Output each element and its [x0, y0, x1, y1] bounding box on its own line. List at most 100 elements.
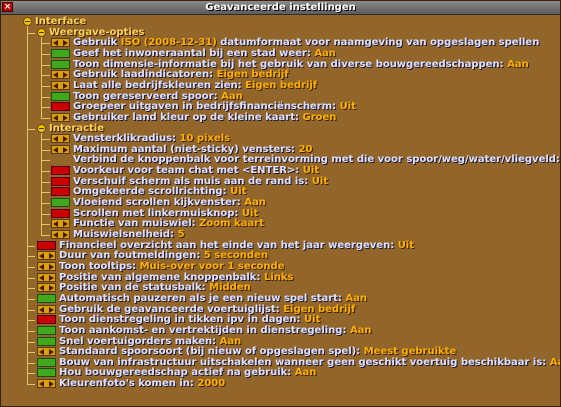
- toggle-off-button[interactable]: [51, 166, 70, 176]
- section-label: Weergave-opties: [49, 26, 145, 38]
- value-arrows-button[interactable]: [37, 283, 56, 293]
- setting-value: Eigen bedrijf: [245, 79, 318, 91]
- setting-text: Omgekeerde scrollrichting: Uit: [73, 187, 246, 197]
- setting-text: Bouw van infrastructuur uitschakelen wan…: [59, 356, 560, 368]
- setting-label: Geef het inwoneraantal bij een stad weer…: [73, 47, 315, 59]
- toggle-on-button[interactable]: [37, 368, 56, 378]
- value-arrows-button[interactable]: [51, 219, 70, 229]
- tree-line: [27, 298, 35, 300]
- setting-label: Toon dienstregeling in tikken ipv in dag…: [59, 314, 305, 326]
- setting-text: Toon dienstregeling in tikken ipv in dag…: [59, 315, 320, 325]
- setting-label: Functie van muiswiel:: [73, 218, 200, 230]
- tree-line: [27, 320, 35, 322]
- setting-text: Gebruik de geavanceerde voertuiglijst: E…: [59, 303, 355, 315]
- setting-label: Gebruiker land kleur op de kleine kaart:: [73, 111, 303, 123]
- setting-label: Groepeer uitgaven in bedrijfsfinanciënsc…: [73, 101, 340, 113]
- toggle-off-button[interactable]: [37, 315, 56, 325]
- setting-value: Aan: [314, 47, 336, 59]
- setting-label: Omgekeerde scrollrichting:: [73, 186, 231, 198]
- setting-text: Groepeer uitgaven in bedrijfsfinanciënsc…: [73, 102, 356, 112]
- setting-value: Uit: [339, 101, 356, 113]
- tree-line: [41, 96, 50, 98]
- value-arrows-button[interactable]: [37, 379, 56, 389]
- setting-text: Vloeiend scrollen kijkvenster: Aan: [73, 198, 266, 208]
- setting-text: Financieel overzicht aan het einde van h…: [59, 239, 415, 251]
- tree-line: [27, 352, 35, 354]
- value-arrows-button[interactable]: [37, 251, 56, 261]
- toggle-on-button[interactable]: [37, 336, 56, 346]
- tree-line: [27, 32, 35, 34]
- tree-line: [41, 149, 50, 151]
- setting-value: Aan: [294, 367, 317, 379]
- value-arrows-button[interactable]: [51, 80, 70, 90]
- toggle-on-button[interactable]: [51, 198, 70, 208]
- collapse-toggle-icon[interactable]: [23, 17, 32, 26]
- setting-label: Toon gereserveerd spoor:: [73, 90, 222, 102]
- value-arrows-button[interactable]: [51, 230, 70, 239]
- value-arrows-button[interactable]: [51, 144, 70, 154]
- tree-line: [27, 288, 35, 290]
- setting-label: Duur van foutmeldingen:: [59, 250, 204, 262]
- toggle-on-button[interactable]: [37, 325, 56, 335]
- setting-text: Automatisch pauzeren als je een nieuw sp…: [59, 293, 367, 304]
- tree-line: [41, 53, 50, 55]
- setting-value: Uit: [397, 239, 415, 251]
- setting-text: Verschuif scherm als muis aan de rand is…: [73, 175, 329, 187]
- setting-text: Laat alle bedrijfskleuren zien: Eigen be…: [73, 79, 318, 91]
- toggle-off-button[interactable]: [51, 102, 70, 112]
- value-arrows-button[interactable]: [51, 134, 70, 144]
- toggle-off-button[interactable]: [51, 176, 70, 186]
- setting-value: Groen: [302, 111, 337, 123]
- tree-line: [41, 203, 50, 205]
- setting-value: Uit: [230, 186, 247, 198]
- setting-value: Muis-over voor 1 seconde: [139, 260, 285, 272]
- value-arrows-button[interactable]: [37, 347, 56, 357]
- setting-label: Gebruik de geavanceerde voertuiglijst:: [59, 303, 284, 315]
- tree-line: [27, 277, 35, 279]
- setting-label: Muiswielsnelheid:: [73, 229, 178, 240]
- setting-value: Aan: [507, 58, 529, 70]
- setting-label: Vensterklikradius:: [73, 133, 180, 145]
- value-arrows-button[interactable]: [51, 112, 70, 122]
- setting-label: Toon aankomst- en vertrektijden in diens…: [59, 324, 350, 336]
- value-arrows-button[interactable]: [51, 70, 70, 80]
- setting-text: Kleurenfoto's komen in: 2000: [59, 379, 225, 389]
- section-label: Interface: [35, 16, 87, 27]
- toggle-on-button[interactable]: [51, 48, 70, 58]
- setting-label-suffix: datumformaat voor naamgeving van opgesla…: [216, 37, 540, 49]
- tree-line: [27, 309, 35, 311]
- setting-value: 20: [298, 143, 313, 155]
- value-arrows-button[interactable]: [51, 38, 70, 48]
- setting-label: Hou bouwgereedschap actief na gebruik:: [59, 367, 295, 379]
- setting-label: Bouw van infrastructuur uitschakelen wan…: [59, 356, 550, 368]
- tree-line: [27, 362, 35, 364]
- setting-text: Hou bouwgereedschap actief na gebruik: A…: [59, 368, 316, 378]
- setting-text: Vensterklikradius: 10 pixels: [73, 134, 230, 144]
- toggle-on-button[interactable]: [51, 91, 70, 101]
- value-arrows-button[interactable]: [37, 261, 56, 271]
- toggle-on-button[interactable]: [51, 59, 70, 69]
- tree-line: [41, 117, 50, 119]
- value-arrows-button[interactable]: [37, 272, 56, 282]
- setting-label: Kleurenfoto's komen in:: [59, 378, 198, 390]
- toggle-off-button[interactable]: [51, 208, 70, 218]
- tree-line: [41, 85, 50, 87]
- title-bar[interactable]: × Geavanceerde instellingen: [1, 1, 560, 15]
- toggle-on-button[interactable]: [37, 357, 56, 367]
- setting-text: Standaard spoorsoort (bij nieuw of opges…: [59, 347, 456, 357]
- toggle-off-button[interactable]: [51, 187, 70, 197]
- toggle-on-button[interactable]: [37, 293, 56, 303]
- setting-value: Links: [263, 271, 294, 283]
- value-arrows-button[interactable]: [37, 304, 56, 314]
- collapse-toggle-icon[interactable]: [37, 123, 46, 133]
- tree-line: [27, 128, 35, 130]
- setting-label: Toon dimensie-informatie bij het gebruik…: [73, 58, 508, 70]
- setting-value: Uit: [311, 175, 329, 187]
- setting-value: Midden: [209, 282, 251, 294]
- setting-text: Toon tooltips: Muis-over voor 1 seconde: [59, 260, 285, 272]
- toggle-off-button[interactable]: [37, 240, 56, 250]
- tree-line: [41, 107, 50, 109]
- setting-value: Aan: [244, 197, 266, 209]
- collapse-toggle-icon[interactable]: [37, 27, 46, 37]
- section-label: Interactie: [49, 122, 104, 134]
